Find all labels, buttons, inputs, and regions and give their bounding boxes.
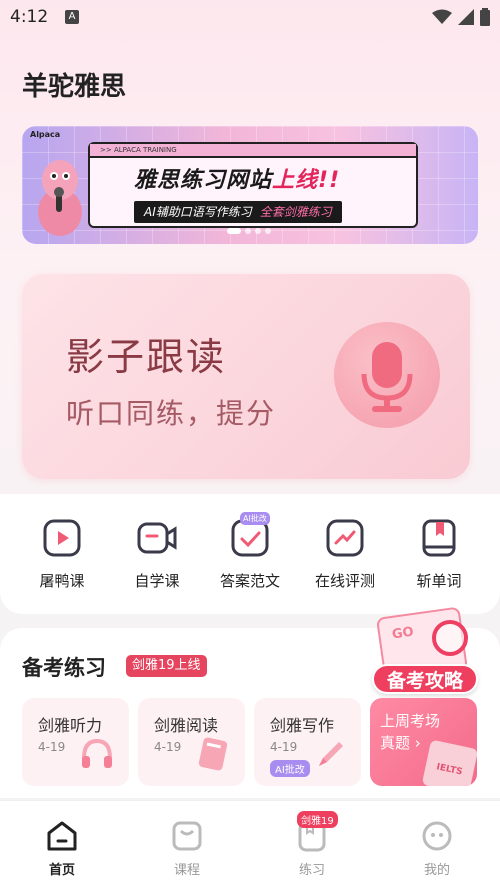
shadow-reading-title: 影子跟读: [66, 335, 227, 379]
video-play-icon: [42, 518, 82, 558]
notification-icon: A: [65, 10, 79, 24]
battery-icon: [480, 8, 490, 26]
quick-action-self-study[interactable]: 自学课: [117, 518, 197, 591]
promo-banner[interactable]: Alpaca >> ALPACA TRAINING 雅思练习网站上线!! AI辅…: [22, 126, 478, 244]
practice-card-writing[interactable]: 剑雅写作 4-19 AI批改: [254, 698, 361, 786]
practice-new-badge: 剑雅19上线: [126, 655, 207, 677]
practice-section-title: 备考练习: [22, 656, 106, 680]
banner-dot[interactable]: [255, 228, 261, 234]
banner-brand: Alpaca: [30, 130, 61, 139]
last-week-exam-card[interactable]: 上周考场 真题 › IELTS: [370, 698, 477, 786]
nav-tab-courses[interactable]: 课程: [147, 819, 227, 878]
nav-tab-practice[interactable]: 剑雅19 练习: [272, 811, 352, 878]
promo-doc-text: GO: [391, 624, 415, 643]
magnifier-icon: [432, 620, 468, 656]
headphones-icon: [82, 738, 112, 768]
banner-pager[interactable]: [227, 228, 271, 234]
quick-action-label: 答案范文: [219, 572, 280, 590]
practice-card-range: 4-19: [38, 740, 66, 754]
banner-headline-mark: !!: [318, 168, 341, 193]
app-title: 羊驼雅思: [22, 72, 127, 102]
practice-card-range: 4-19: [154, 740, 182, 754]
nav-tab-profile[interactable]: 我的: [397, 819, 477, 878]
exam-card-subtitle-text: 真题: [380, 734, 411, 752]
banner-dot[interactable]: [227, 228, 241, 234]
nav-label: 我的: [423, 863, 450, 878]
bookmark-book-icon: [419, 518, 459, 558]
practice-card-title: 剑雅阅读: [154, 716, 219, 735]
signal-icon: [458, 9, 474, 25]
video-camera-icon: [137, 518, 177, 558]
banner-window-caption: >> ALPACA TRAINING: [90, 144, 416, 158]
ielts-book-icon: IELTS: [421, 739, 477, 786]
banner-tag-secondary: 全套剑雅练习: [259, 205, 332, 219]
pen-icon: [319, 742, 343, 766]
banner-headline: 雅思练习网站上线!!: [134, 162, 340, 194]
banner-headline-highlight: 上线: [272, 168, 319, 193]
nav-label: 课程: [173, 863, 200, 878]
quick-action-vocabulary[interactable]: 斩单词: [399, 518, 479, 591]
course-bag-icon: [170, 819, 204, 853]
exam-card-subtitle: 真题 ›: [380, 732, 421, 753]
quick-actions-row: 屠鸭课 自学课 AI批改 答案范文 在线评测 斩单词: [0, 512, 500, 598]
practice-card-reading[interactable]: 剑雅阅读 4-19: [138, 698, 245, 786]
nav-label: 首页: [48, 863, 75, 878]
quick-action-label: 在线评测: [314, 572, 375, 590]
status-time: 4:12: [10, 7, 49, 27]
practice-card-title: 剑雅听力: [38, 716, 103, 735]
quick-action-online-test[interactable]: 在线评测: [305, 518, 385, 591]
exam-card-title: 上周考场: [380, 712, 441, 730]
nav-tab-home[interactable]: 首页: [22, 819, 102, 878]
chart-trend-icon: [325, 518, 365, 558]
alpaca-mascot-icon: [38, 160, 82, 236]
quick-action-label: 自学课: [134, 572, 180, 590]
banner-dot[interactable]: [245, 228, 251, 234]
quick-action-tuya-course[interactable]: 屠鸭课: [22, 518, 102, 591]
quick-action-label: 屠鸭课: [39, 572, 85, 590]
ai-correction-badge: AI批改: [270, 760, 310, 777]
bottom-nav: 首页 课程 剑雅19 练习 我的: [0, 800, 500, 888]
banner-headline-prefix: 雅思练习网站: [134, 168, 273, 193]
nav-practice-badge: 剑雅19: [297, 811, 338, 828]
profile-face-icon: [420, 819, 454, 853]
practice-card-listening[interactable]: 剑雅听力 4-19: [22, 698, 129, 786]
wifi-icon: [432, 9, 452, 24]
chevron-right-icon: ›: [414, 734, 421, 752]
shadow-reading-subtitle: 听口同练，提分: [66, 397, 277, 430]
practice-card-title: 剑雅写作: [270, 716, 335, 735]
practice-book-icon: 剑雅19: [295, 811, 338, 853]
exam-strategy-promo[interactable]: GO 备考攻略: [366, 598, 484, 702]
status-indicators: [432, 8, 490, 26]
banner-tag-primary: AI辅助口语写作练习: [144, 205, 252, 219]
practice-card-range: 4-19: [270, 740, 298, 754]
ai-correction-badge: AI批改: [240, 512, 270, 525]
exam-strategy-label: 备考攻略: [372, 664, 478, 694]
status-bar: 4:12 A: [0, 0, 500, 34]
quick-action-answers[interactable]: AI批改 答案范文: [210, 512, 290, 591]
book-icon: [198, 737, 228, 771]
nav-label: 练习: [298, 863, 325, 878]
banner-tagline: AI辅助口语写作练习 全套剑雅练习: [134, 201, 342, 223]
shadow-reading-card[interactable]: 影子跟读 听口同练，提分: [22, 274, 470, 479]
quick-action-label: 斩单词: [416, 572, 462, 590]
microphone-icon: [334, 322, 440, 428]
home-icon: [45, 819, 79, 853]
banner-dot[interactable]: [265, 228, 271, 234]
check-document-icon: AI批改: [230, 512, 270, 558]
